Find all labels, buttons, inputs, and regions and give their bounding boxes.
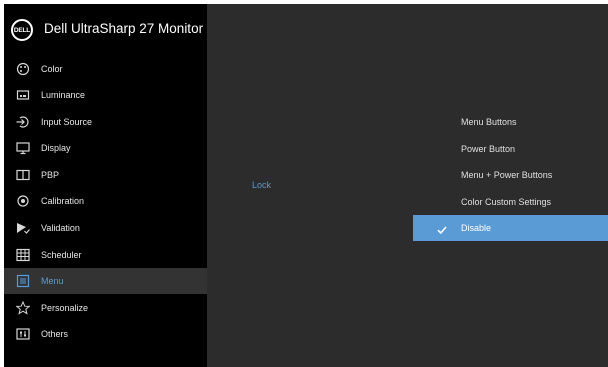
sidebar-item-pbp[interactable]: PBP <box>4 162 207 188</box>
sidebar-item-others[interactable]: Others <box>4 321 207 347</box>
osd-header: DELL Dell UltraSharp 27 Monitor <box>4 4 207 60</box>
option-color-custom-settings[interactable]: Color Custom Settings <box>413 189 608 215</box>
sidebar-item-calibration[interactable]: Calibration <box>4 188 207 214</box>
pbp-icon <box>16 167 30 183</box>
option-menu-power-buttons[interactable]: Menu + Power Buttons <box>413 162 608 188</box>
validation-icon <box>16 220 30 236</box>
checkmark-icon <box>437 222 447 235</box>
calibration-icon <box>16 193 30 209</box>
dell-logo: DELL <box>11 19 33 41</box>
monitor-osd: DELL Dell UltraSharp 27 Monitor Color Lu… <box>4 4 608 367</box>
sidebar-item-label: PBP <box>41 170 60 180</box>
monitor-model-title: Dell UltraSharp 27 Monitor <box>44 21 204 36</box>
sidebar-item-label: Color <box>41 64 63 74</box>
option-power-button[interactable]: Power Button <box>413 136 608 162</box>
sidebar-item-menu[interactable]: Menu <box>4 268 207 294</box>
sidebar-item-scheduler[interactable]: Scheduler <box>4 242 207 268</box>
option-label: Color Custom Settings <box>461 197 552 207</box>
luminance-icon <box>16 87 30 103</box>
sidebar-item-luminance[interactable]: Luminance <box>4 82 207 108</box>
sidebar-item-label: Luminance <box>41 90 86 100</box>
sidebar-item-label: Scheduler <box>41 250 82 260</box>
osd-content-panel: Lock Menu Buttons Power Button Menu + Po… <box>207 4 608 367</box>
option-label: Menu + Power Buttons <box>461 170 553 180</box>
sidebar-item-label: Calibration <box>41 196 85 206</box>
others-icon <box>16 326 30 342</box>
menu-icon <box>16 273 30 289</box>
sidebar-item-validation[interactable]: Validation <box>4 215 207 241</box>
sidebar-item-personalize[interactable]: Personalize <box>4 295 207 321</box>
display-icon <box>16 140 30 156</box>
option-menu-buttons[interactable]: Menu Buttons <box>413 109 608 135</box>
sidebar-item-color[interactable]: Color <box>4 56 207 82</box>
sidebar-item-label: Personalize <box>41 303 89 313</box>
sidebar-item-label: Display <box>41 143 71 153</box>
input-source-icon <box>16 114 30 130</box>
submenu-lock[interactable]: Lock <box>252 180 271 190</box>
sidebar-item-label: Validation <box>41 223 80 233</box>
sidebar-item-display[interactable]: Display <box>4 135 207 161</box>
star-icon <box>16 300 30 316</box>
scheduler-icon <box>16 247 30 263</box>
color-palette-icon <box>16 61 30 77</box>
option-label: Power Button <box>461 144 516 154</box>
option-label: Disable <box>461 223 492 233</box>
option-label: Menu Buttons <box>461 117 517 127</box>
option-disable[interactable]: Disable <box>413 215 608 241</box>
sidebar-item-input-source[interactable]: Input Source <box>4 109 207 135</box>
sidebar-item-label: Menu <box>41 276 64 286</box>
sidebar-item-label: Others <box>41 329 69 339</box>
sidebar-item-label: Input Source <box>41 117 93 127</box>
